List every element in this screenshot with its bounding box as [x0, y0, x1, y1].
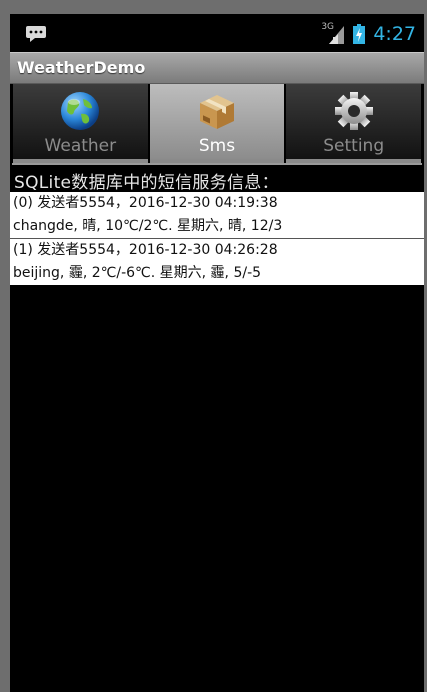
tab-divider	[12, 163, 422, 165]
tab-weather-label: Weather	[44, 136, 117, 156]
content-heading: SQLite数据库中的短信服务信息：	[14, 173, 279, 193]
tab-bar: Weather Sms Setting	[12, 84, 422, 163]
message-notification-icon	[26, 26, 46, 42]
message-list: (0) 发送者5554，2016-12-30 04:19:38 changde,…	[10, 192, 424, 285]
tab-weather[interactable]: Weather	[13, 84, 148, 163]
signal-strength-icon	[329, 26, 345, 44]
tab-sms-label: Sms	[198, 136, 236, 156]
device-screen: 3G 4:27 WeatherDemo Weather Sms Setting …	[10, 14, 424, 692]
message-body: changde, 晴, 10℃/2℃. 星期六, 晴, 12/3	[13, 218, 283, 234]
message-body: beijing, 霾, 2℃/-6℃. 星期六, 霾, 5/-5	[13, 265, 262, 281]
message-item[interactable]: (0) 发送者5554，2016-12-30 04:19:38 changde,…	[10, 192, 424, 238]
status-bar: 3G 4:27	[10, 14, 424, 52]
message-header: (0) 发送者5554，2016-12-30 04:19:38	[13, 195, 278, 211]
box-icon	[200, 95, 234, 129]
app-title: WeatherDemo	[17, 58, 146, 77]
message-item[interactable]: (1) 发送者5554，2016-12-30 04:26:28 beijing,…	[10, 238, 424, 285]
tab-setting-label: Setting	[323, 136, 385, 156]
network-signal: 3G	[321, 23, 345, 45]
status-clock: 4:27	[373, 23, 416, 45]
tab-sms[interactable]: Sms	[149, 84, 285, 163]
tab-setting[interactable]: Setting	[286, 84, 422, 163]
gear-icon	[334, 92, 373, 130]
globe-icon	[61, 92, 100, 130]
battery-charging-icon	[353, 24, 366, 44]
app-title-bar: WeatherDemo	[10, 52, 424, 84]
message-header: (1) 发送者5554，2016-12-30 04:26:28	[13, 242, 278, 258]
